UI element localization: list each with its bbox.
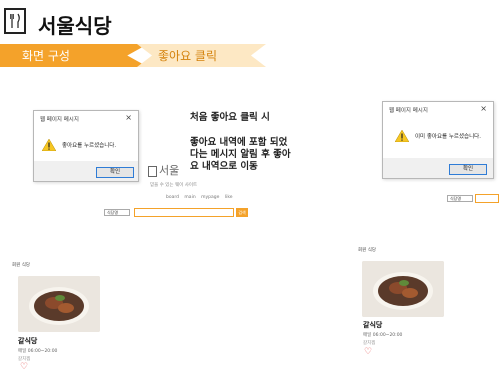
annotation-line-3: 다는 메시지 알림 후 좋아 [190, 149, 291, 160]
message-dialog-right: 웹 페이지 메시지 × 이미 좋아요를 누르셨습니다. 확인 [382, 101, 494, 179]
nav-links[interactable]: board main mypage like [166, 195, 233, 200]
food-image[interactable] [362, 261, 444, 317]
search-type-select[interactable]: 식당명 [447, 195, 473, 202]
restaurant-name[interactable]: 갈식당 [363, 320, 382, 330]
tagline: 믿을 수 있는 웨이 사이트 [150, 183, 198, 188]
section-title: 회원 식당 [12, 263, 30, 268]
dialog-message: 이미 좋아요를 누르셨습니다. [415, 134, 481, 140]
warning-icon [395, 130, 409, 142]
logo-icon [4, 8, 26, 34]
page-title: 서울식당 [38, 14, 112, 38]
search-input[interactable] [134, 208, 234, 217]
annotation-line-1: 처음 좋아요 클릭 시 [190, 112, 270, 123]
tab-label-like: 좋아요 클릭 [158, 49, 218, 63]
site-logo: 서울 [148, 162, 179, 178]
ok-button[interactable]: 확인 [96, 167, 134, 178]
ok-button[interactable]: 확인 [449, 164, 487, 175]
food-photo [18, 276, 100, 332]
food-image[interactable] [18, 276, 100, 332]
logo-icon [148, 165, 157, 177]
warning-icon [42, 139, 56, 151]
search-bar: 식당명 검색 [104, 208, 248, 217]
restaurant-name[interactable]: 갈식당 [18, 336, 37, 346]
restaurant-hours: 매일 06:00~20:00 [363, 333, 403, 338]
heart-icon[interactable]: ♡ [20, 363, 28, 372]
tab-bar: 화면 구성 [0, 44, 266, 67]
section-title: 회원 식당 [358, 248, 376, 253]
search-type-select[interactable]: 식당명 [104, 209, 130, 216]
tab-label: 화면 구성 [22, 49, 70, 63]
restaurant-hours: 매일 06:00~20:00 [18, 349, 58, 354]
close-icon[interactable]: × [125, 113, 132, 122]
food-photo [362, 261, 444, 317]
dialog-title: 웹 페이지 메시지 [40, 117, 79, 123]
tab-screen-layout[interactable]: 화면 구성 [0, 44, 148, 67]
fork-knife-icon [10, 13, 20, 28]
search-bar-right: 식당명 [447, 194, 499, 203]
close-icon[interactable]: × [480, 104, 487, 113]
heart-icon[interactable]: ♡ [364, 348, 372, 357]
message-dialog-left: 웹 페이지 메시지 × 좋아요를 누르셨습니다. 확인 [33, 110, 139, 182]
annotation-line-2: 좋아요 내역에 포함 되었 [190, 137, 288, 148]
restaurant-category: 갈치찜 [363, 341, 376, 346]
site-logo-text: 서울 [159, 164, 180, 177]
dialog-title: 웹 페이지 메시지 [389, 108, 428, 114]
search-input[interactable] [475, 194, 499, 203]
search-button[interactable]: 검색 [236, 208, 248, 217]
dialog-message: 좋아요를 누르셨습니다. [62, 143, 117, 149]
annotation-line-4: 요 내역으로 이동 [190, 161, 258, 172]
